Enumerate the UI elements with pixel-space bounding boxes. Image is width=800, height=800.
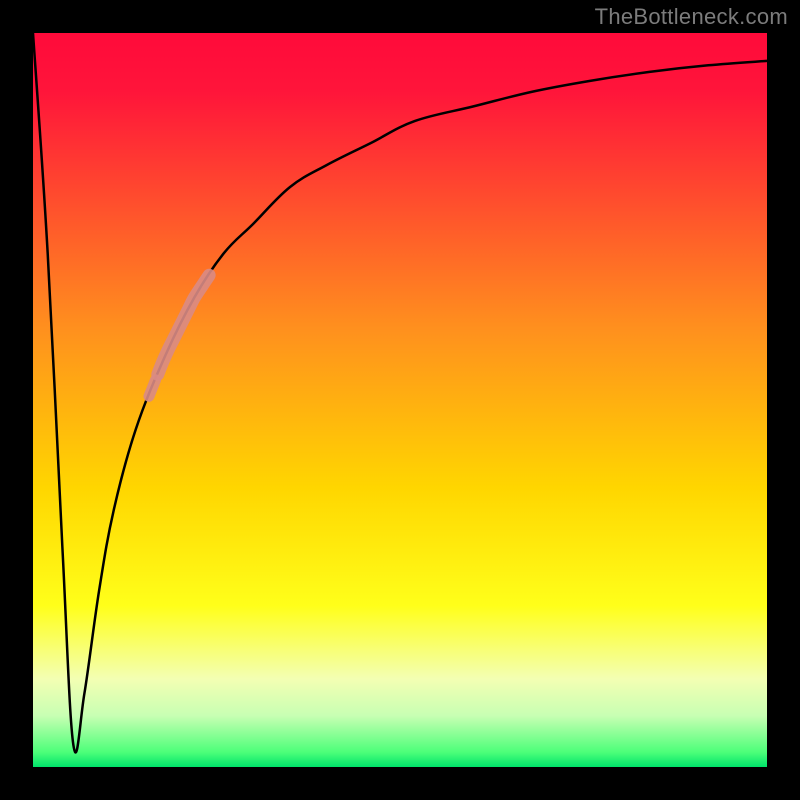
highlight-dot: [149, 380, 156, 397]
watermark-text: TheBottleneck.com: [595, 4, 788, 30]
plot-area: [33, 33, 767, 767]
chart-frame: TheBottleneck.com: [0, 0, 800, 800]
bottleneck-curve: [33, 33, 767, 752]
highlight-segment: [149, 275, 209, 396]
curve-svg: [33, 33, 767, 767]
highlight-path: [158, 275, 209, 374]
curve-path: [33, 33, 767, 752]
